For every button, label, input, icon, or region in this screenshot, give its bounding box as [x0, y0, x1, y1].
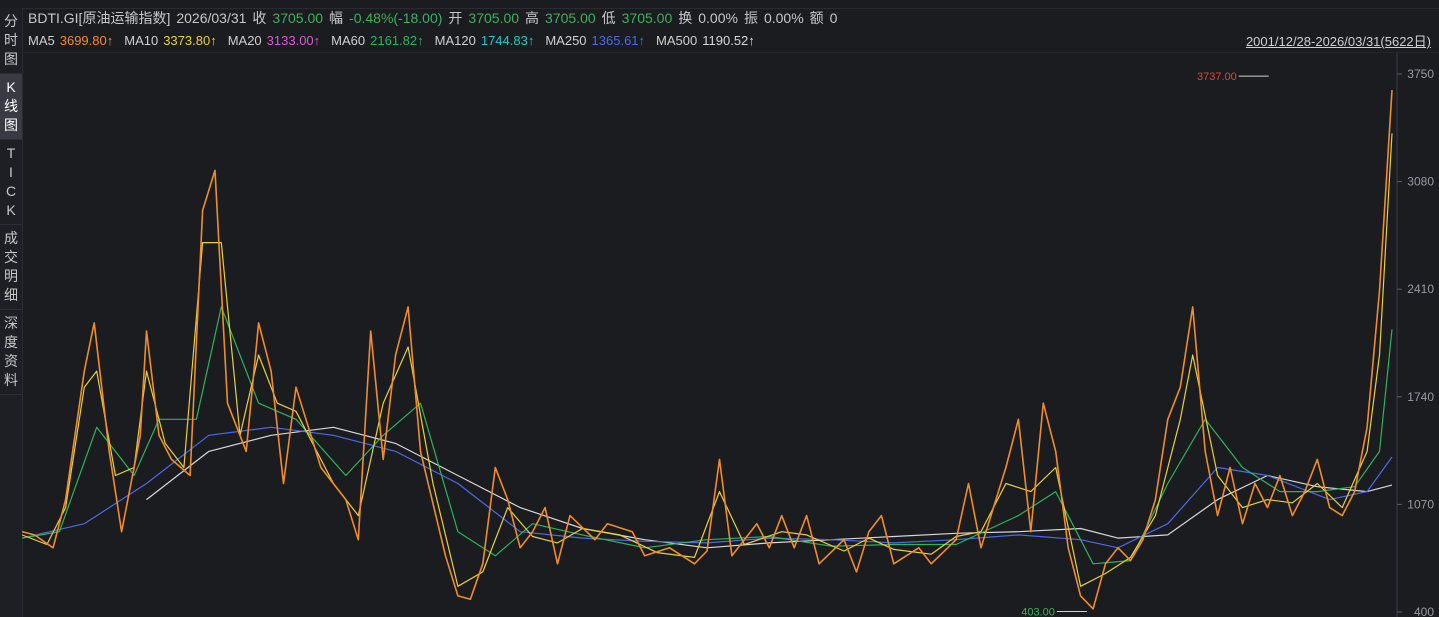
amplitude-label: 振: [743, 10, 758, 26]
y-tick-label: 2410: [1407, 282, 1434, 296]
series-line-ma250: [22, 426, 1393, 549]
amount-value: 0: [829, 10, 838, 26]
ma-legend-label-ma60: MA60: [331, 32, 366, 48]
sidebar-tab-3[interactable]: 成交明细: [0, 225, 22, 310]
low-value: 3705.00: [621, 10, 673, 26]
ma-legend-value-ma10: 3373.80↑: [163, 32, 217, 48]
symbol-name: BDTI.GI[原油运输指数]: [28, 10, 171, 26]
sidebar-tab-char: 资: [4, 353, 18, 369]
sidebar-tab-char: I: [9, 164, 13, 180]
high-value: 3705.00: [545, 10, 596, 26]
y-tick-label: 3080: [1407, 175, 1434, 189]
sidebar-tab-char: T: [6, 145, 16, 161]
quote-date: 2026/03/31: [176, 10, 247, 26]
sidebar-tab-char: 料: [4, 372, 18, 388]
open-value: 3705.00: [468, 10, 520, 26]
ma-legend-label-ma5: MA5: [28, 32, 55, 48]
sidebar-tab-1[interactable]: K线图: [0, 74, 22, 140]
series-line-ma5: [22, 90, 1393, 610]
high-label: 高: [525, 10, 540, 26]
sidebar-tab-char: 交: [4, 249, 18, 265]
y-tick-label: 400: [1414, 605, 1434, 617]
amplitude-value: 0.00%: [763, 10, 804, 26]
ma-legend-label-ma20: MA20: [227, 32, 262, 48]
quote-info-bar: BDTI.GI[原油运输指数] 2026/03/31 收 3705.00 幅 -…: [28, 8, 837, 28]
change-label: 幅: [329, 10, 344, 26]
ma-legend-label-ma120: MA120: [434, 32, 476, 48]
y-tick-label: 3750: [1407, 67, 1434, 81]
close-label: 收: [252, 10, 267, 26]
turnover-label: 换: [678, 10, 693, 26]
ma-legend-value-ma120: 1744.83↑: [480, 32, 535, 48]
moving-average-legend: MA5 3699.80↑ MA10 3373.80↑ MA20 3133.00↑ MA60 2…: [28, 31, 761, 49]
sidebar-tab-char: 分: [4, 13, 18, 29]
change-value: -0.48%(-18.00): [349, 10, 443, 26]
date-range-link[interactable]: 2001/12/28-2026/03/31(5622日): [1246, 31, 1431, 50]
sidebar-tab-char: C: [5, 183, 17, 199]
sidebar-tab-char: 度: [4, 334, 18, 350]
close-value: 3705.00: [272, 10, 324, 26]
ma-legend-label-ma250: MA250: [545, 32, 587, 48]
open-label: 开: [448, 10, 463, 26]
ma-legend-value-ma60: 2161.82↑: [370, 32, 424, 48]
ma-legend-value-ma250: 1365.61↑: [591, 32, 646, 48]
sidebar-tab-char: K: [6, 79, 16, 95]
ma-legend-value-ma20: 3133.00↑: [266, 32, 321, 48]
ma-legend-label-ma500: MA500: [656, 32, 698, 48]
max-value-label: 3737.00: [1197, 71, 1237, 83]
y-tick-label: 1740: [1407, 390, 1434, 404]
low-label: 低: [601, 10, 616, 26]
sidebar-tab-0[interactable]: 分时图: [0, 8, 22, 74]
kline-chart[interactable]: 3750 3080 2410 1740 1070 400 3737.00 403.00: [22, 52, 1439, 617]
sidebar-tab-char: 成: [4, 230, 18, 246]
y-tick-label: 1070: [1407, 497, 1434, 511]
sidebar-tab-char: 时: [4, 32, 18, 48]
sidebar-tab-char: 深: [4, 315, 18, 331]
sidebar-tab-2[interactable]: TICK: [0, 140, 22, 225]
sidebar-tab-4[interactable]: 深度资料: [0, 310, 22, 395]
min-value-label: 403.00: [1021, 607, 1055, 617]
ma-legend-label-ma10: MA10: [124, 32, 159, 48]
sidebar-tab-char: 图: [4, 51, 18, 67]
sidebar-tab-char: 线: [4, 98, 18, 114]
amount-label: 额: [809, 10, 824, 26]
sidebar-tab-char: 细: [4, 287, 18, 303]
series-line-ma10: [22, 133, 1393, 587]
ma-legend-value-ma5: 3699.80↑: [59, 32, 114, 48]
sidebar-tab-char: K: [6, 202, 16, 218]
sidebar-tab-char: 图: [4, 117, 18, 133]
turnover-value: 0.00%: [698, 10, 738, 26]
view-sidebar: 分时图K线图TICK成交明细深度资料: [0, 8, 23, 617]
sidebar-tab-char: 明: [4, 268, 18, 284]
ma-legend-value-ma500: 1190.52↑: [702, 32, 755, 48]
